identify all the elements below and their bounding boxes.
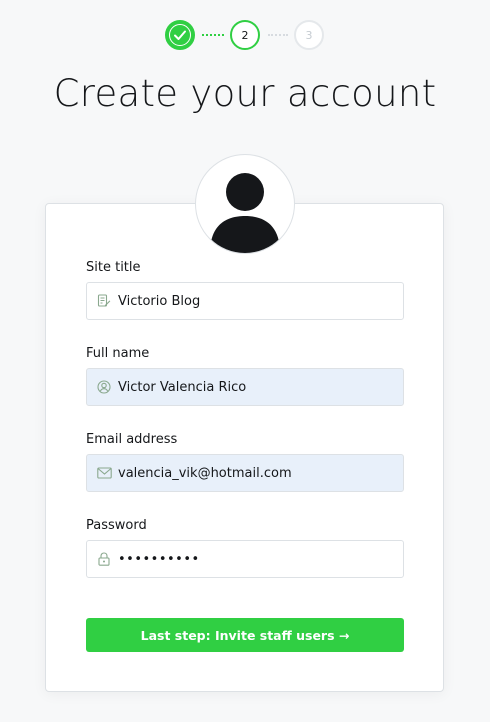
email-value: valencia_vik@hotmail.com [118,465,292,481]
email-label: Email address [86,432,178,447]
step-connector-2 [268,34,288,36]
step-connector-1 [202,34,224,36]
pencil-doc-icon [96,293,112,309]
site-title-value: Victorio Blog [118,293,201,309]
password-input[interactable]: •••••••••• [86,540,404,578]
page-title: Create your account [53,72,437,115]
user-circle-icon [96,379,112,395]
signup-progress-steps: 2 3 [0,20,490,56]
site-title-label: Site title [86,260,141,275]
envelope-icon [96,465,112,481]
invite-staff-button[interactable]: Last step: Invite staff users → [86,618,404,652]
check-icon [173,28,187,42]
avatar-upload[interactable] [195,154,295,254]
site-title-input[interactable]: Victorio Blog [86,282,404,320]
step-1-complete [165,20,195,50]
lock-icon [96,551,112,567]
user-silhouette-icon [210,173,280,253]
email-input[interactable]: valencia_vik@hotmail.com [86,454,404,492]
full-name-input[interactable]: Victor Valencia Rico [86,368,404,406]
step-3-pending: 3 [294,20,324,50]
password-value: •••••••••• [118,551,200,567]
full-name-label: Full name [86,346,150,361]
full-name-value: Victor Valencia Rico [118,379,247,395]
step-2-current: 2 [230,20,260,50]
password-label: Password [86,518,147,533]
